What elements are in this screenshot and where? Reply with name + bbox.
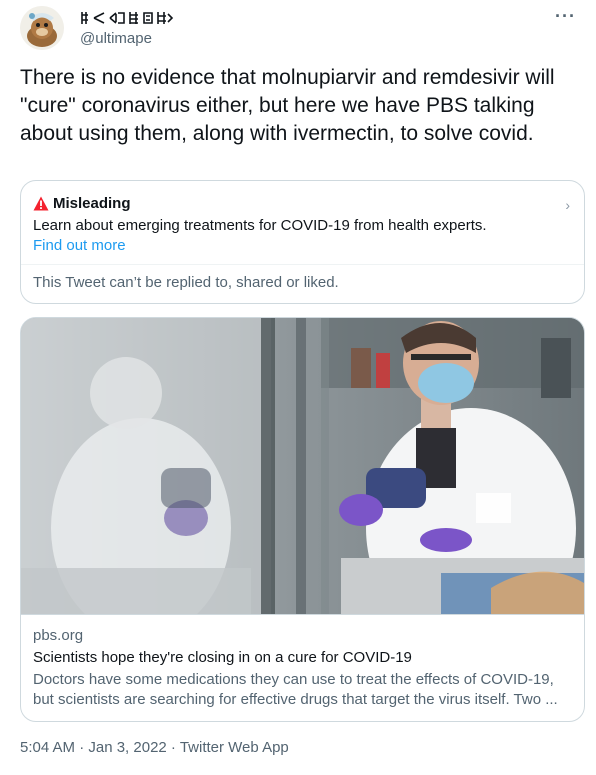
lab-scientist-photo bbox=[21, 318, 584, 614]
avatar[interactable] bbox=[20, 6, 64, 50]
restriction-notice: This Tweet can’t be replied to, shared o… bbox=[33, 274, 339, 291]
user-handle[interactable]: @ultimape bbox=[80, 30, 152, 47]
card-description: Doctors have some medications they can u… bbox=[33, 671, 558, 708]
misleading-notice-link-area[interactable]: Misleading Learn about emerging treatmen… bbox=[21, 181, 584, 264]
notice-divider bbox=[21, 264, 584, 265]
warning-icon bbox=[33, 196, 49, 211]
notice-description: Learn about emerging treatments for COVI… bbox=[33, 217, 487, 234]
avatar-icon bbox=[20, 6, 64, 50]
chevron-right-icon[interactable]: › bbox=[565, 197, 570, 213]
misleading-notice: Misleading Learn about emerging treatmen… bbox=[20, 180, 585, 304]
link-card[interactable]: pbs.org Scientists hope they're closing … bbox=[20, 317, 585, 722]
more-options-icon[interactable]: ··· bbox=[555, 6, 576, 27]
card-title: Scientists hope they're closing in on a … bbox=[33, 649, 412, 666]
card-divider bbox=[21, 614, 584, 615]
tweet-header: @ultimape ··· bbox=[20, 6, 580, 50]
notice-title: Misleading bbox=[53, 195, 131, 212]
tweet: @ultimape ··· There is no evidence that … bbox=[0, 0, 596, 775]
notice-title-row: Misleading bbox=[33, 195, 131, 212]
find-out-more-link[interactable]: Find out more bbox=[33, 237, 126, 254]
card-image[interactable] bbox=[21, 318, 584, 614]
tweet-timestamp[interactable]: 5:04 AM · Jan 3, 2022 · Twitter Web App bbox=[20, 739, 289, 756]
tweet-text: There is no evidence that molnupiarvir a… bbox=[20, 66, 555, 145]
display-name[interactable] bbox=[80, 10, 200, 30]
cuneiform-name-icon bbox=[81, 12, 174, 24]
card-domain: pbs.org bbox=[33, 627, 84, 644]
